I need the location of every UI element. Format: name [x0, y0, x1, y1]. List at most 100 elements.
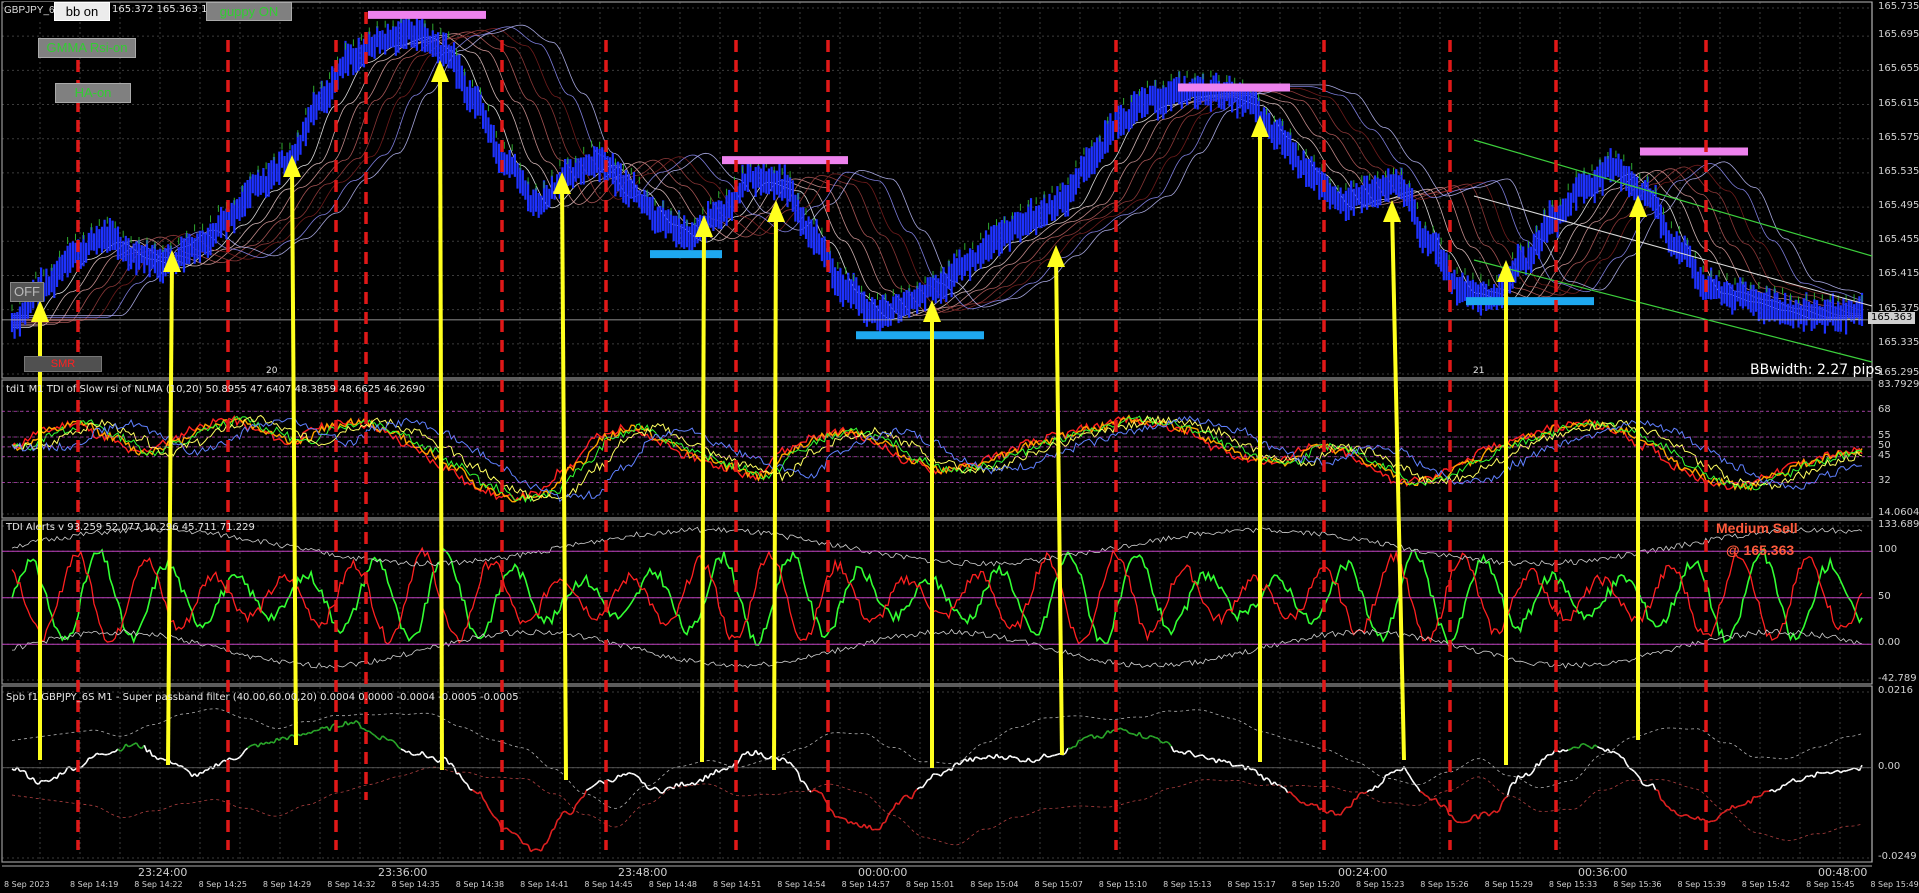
filter-segment	[591, 784, 595, 788]
filter-segment	[1348, 806, 1352, 809]
filter-segment	[175, 762, 180, 767]
filter-segment	[1625, 763, 1630, 769]
filter-segment	[56, 772, 61, 779]
filter-segment	[636, 775, 640, 779]
filter-segment	[1596, 745, 1601, 749]
filter-segment	[1435, 798, 1440, 805]
x-sub-label: 8 Sep 14:57	[841, 880, 890, 889]
filter-segment	[1800, 778, 1805, 782]
signal-arrow-head	[1383, 200, 1401, 222]
filter-segment	[1742, 803, 1746, 806]
price-bars	[10, 16, 1864, 339]
filter-segment	[1403, 766, 1408, 772]
filter-segment	[1080, 737, 1085, 741]
filter-segment	[1681, 814, 1686, 817]
filter-segment	[1787, 780, 1791, 784]
filter-segment	[1223, 759, 1228, 764]
filter-segment	[1342, 806, 1347, 812]
filter-segment	[46, 779, 50, 783]
filter-segment	[1411, 779, 1416, 785]
filter-segment	[1128, 732, 1132, 735]
bb-toggle-button[interactable]: bb on	[54, 2, 110, 21]
filter-segment	[906, 794, 910, 799]
x-sub-label: 8 Sep 15:26	[1420, 880, 1469, 889]
filter-segment	[490, 811, 495, 817]
filter-segment	[1803, 775, 1808, 780]
filter-segment	[1824, 771, 1828, 774]
filter-segment	[1167, 742, 1172, 747]
gmma-rsi-toggle-button[interactable]: GMMA Rsi-on	[38, 38, 136, 58]
filter-segment	[421, 751, 426, 756]
filter-segment	[829, 808, 833, 812]
filter-segment	[1424, 794, 1429, 798]
filter-segment	[1311, 802, 1315, 806]
filter-segment	[980, 757, 984, 760]
filter-segment	[580, 795, 585, 799]
filter-segment	[397, 746, 402, 750]
filter-segment	[260, 742, 264, 746]
filter-segment	[1697, 816, 1702, 821]
filter-segment	[48, 779, 53, 783]
filter-segment	[162, 758, 166, 762]
filter-segment	[130, 743, 135, 747]
filter-segment	[1578, 743, 1583, 749]
filter-segment	[1268, 779, 1273, 786]
x-sub-label: 8 Sep 15:36	[1613, 880, 1662, 889]
filter-segment	[543, 842, 547, 846]
filter-segment	[1718, 812, 1723, 817]
smr-button[interactable]: SMR	[24, 356, 102, 372]
filter-segment	[924, 779, 929, 785]
filter-segment	[813, 789, 817, 792]
filter-segment	[1054, 753, 1058, 757]
filter-segment	[96, 752, 100, 756]
y-tick-label: 32	[1878, 475, 1891, 487]
filter-segment	[390, 739, 394, 742]
filter-segment	[427, 756, 431, 759]
filter-segment	[234, 758, 238, 761]
x-sub-label: 8 Sep 15:23	[1356, 880, 1405, 889]
filter-segment	[553, 820, 558, 829]
symbol-label: GBPJPY_6	[4, 2, 55, 20]
y-tick-label: 0.00	[1878, 760, 1901, 772]
filter-segment	[236, 756, 241, 760]
filter-segment	[1194, 755, 1198, 758]
y-tick-label: 165.415	[1878, 268, 1919, 280]
filter-segment	[24, 770, 29, 779]
filter-segment	[1387, 771, 1392, 776]
ha-toggle-button[interactable]: HA-on	[55, 83, 131, 103]
filter-segment	[916, 786, 921, 790]
filter-segment	[93, 752, 98, 757]
guppy-toggle-button[interactable]: guppy ON	[206, 2, 292, 21]
filter-segment	[763, 756, 767, 760]
filter-segment	[913, 788, 918, 793]
x-sub-label: 8 Sep 14:22	[134, 880, 183, 889]
filter-segment	[1750, 796, 1755, 804]
filter-segment	[1064, 747, 1069, 754]
filter-segment	[1533, 763, 1538, 771]
filter-segment	[1255, 769, 1260, 776]
filter-segment	[945, 768, 950, 772]
filter-segment	[1570, 746, 1575, 750]
filter-segment	[392, 740, 397, 744]
filter-segment	[776, 757, 781, 762]
filter-segment	[691, 782, 696, 786]
filter-segment	[434, 759, 439, 764]
filter-segment	[1331, 810, 1337, 816]
filter-segment	[1289, 791, 1294, 796]
x-tick-label: 23:24:00	[138, 866, 188, 879]
filter-segment	[1173, 749, 1177, 753]
filter-segment	[276, 737, 280, 742]
y-tick-label: 165.455	[1878, 234, 1919, 246]
filter-segment	[1096, 735, 1101, 739]
x-first-label: 8 Sep 2023	[4, 880, 50, 889]
off-button[interactable]: OFF	[10, 282, 44, 302]
filter-segment	[1453, 819, 1458, 823]
filter-segment	[347, 721, 352, 726]
filter-segment	[352, 720, 357, 725]
filter-segment	[201, 769, 206, 774]
x-sub-label: 8 Sep 15:33	[1548, 880, 1598, 889]
filter-segment	[609, 780, 614, 783]
filter-segment	[1379, 781, 1384, 786]
filter-segment	[739, 753, 744, 760]
filter-segment	[612, 778, 616, 783]
